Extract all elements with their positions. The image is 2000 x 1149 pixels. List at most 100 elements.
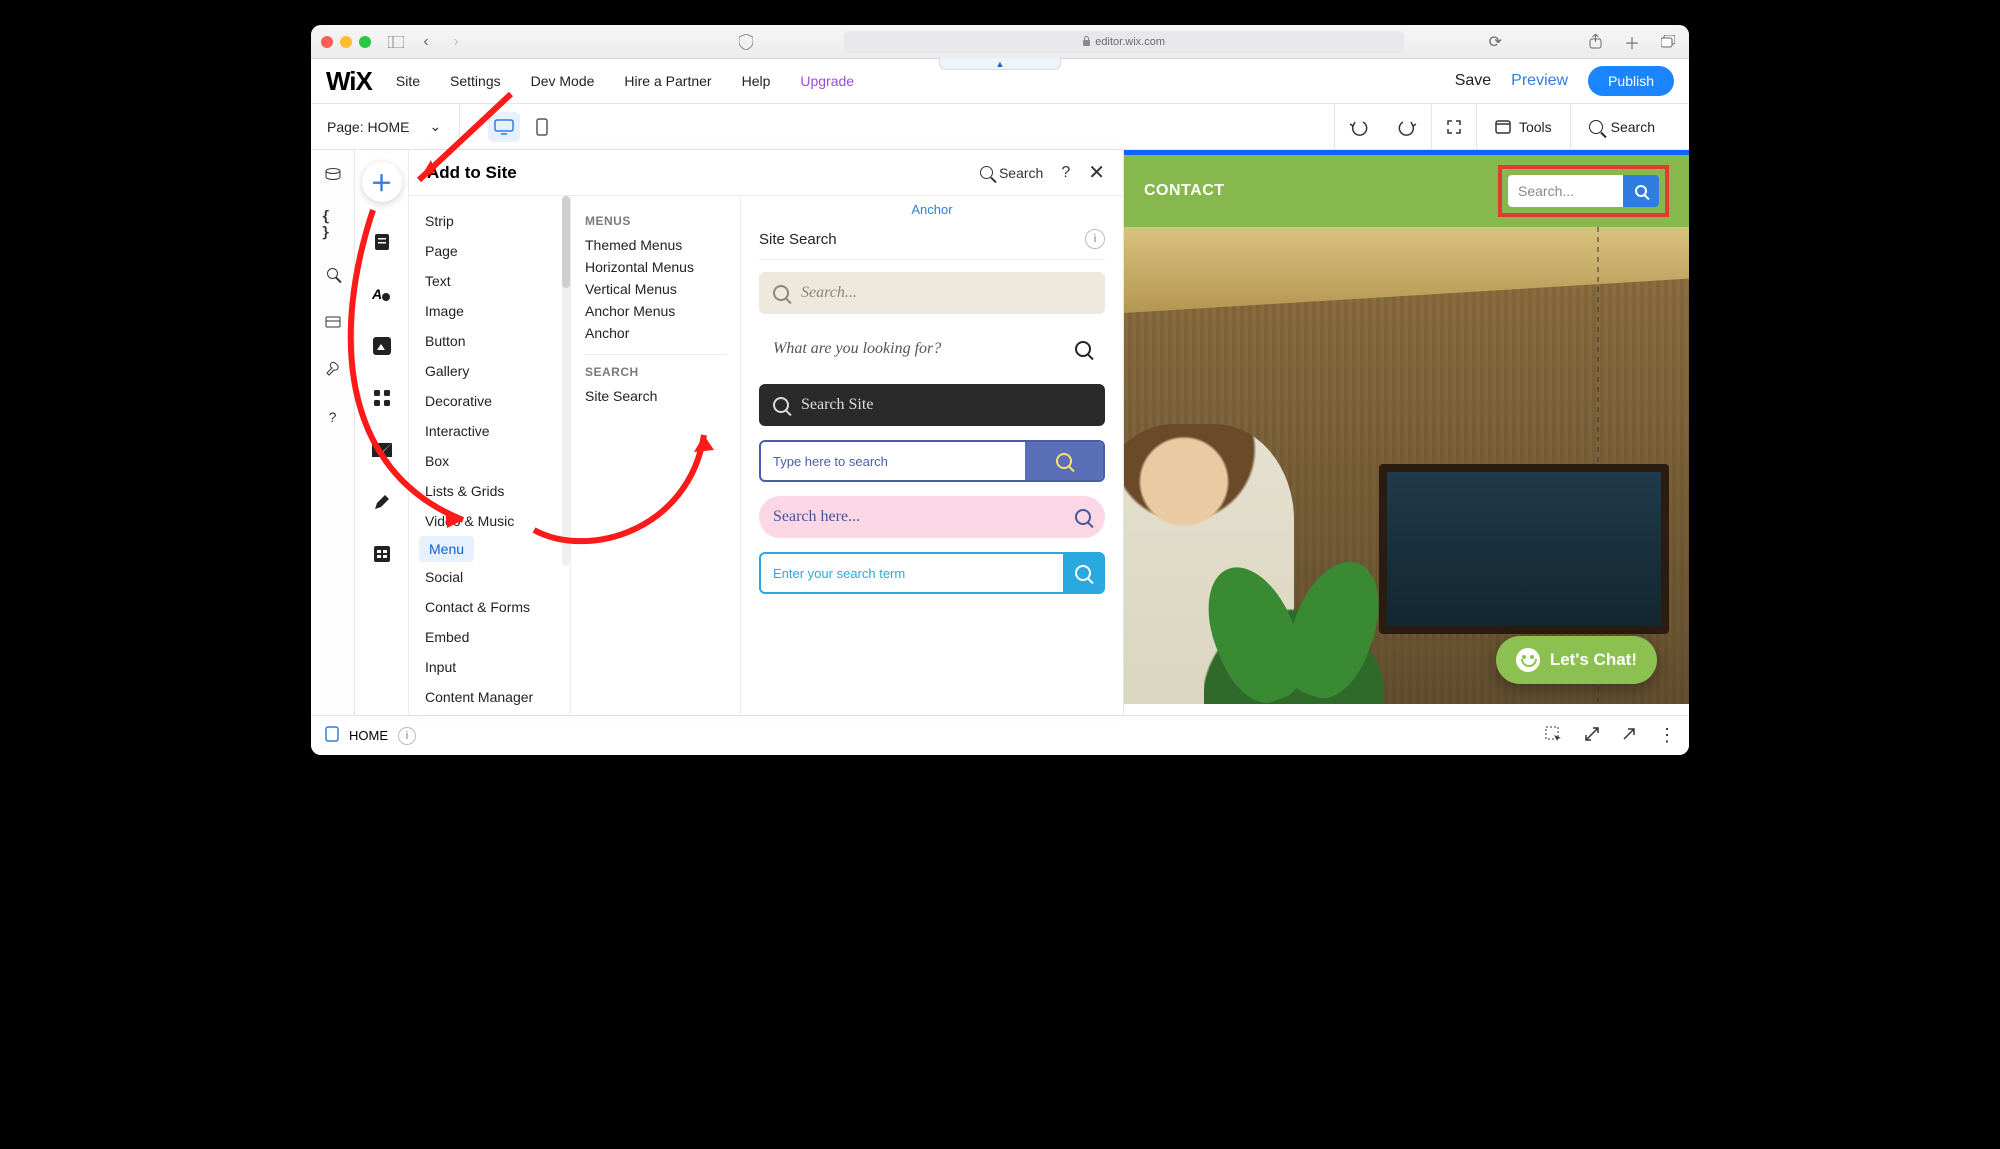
wix-logo[interactable]: WiX — [326, 66, 372, 97]
chat-widget[interactable]: Let's Chat! — [1496, 636, 1657, 684]
bottom-info-icon[interactable]: i — [398, 727, 416, 745]
search-button[interactable]: Search — [1570, 104, 1673, 149]
tools-button[interactable]: Tools — [1476, 104, 1570, 149]
background-icon[interactable] — [370, 334, 394, 358]
undo-button[interactable] — [1334, 104, 1383, 149]
save-button[interactable]: Save — [1455, 72, 1491, 90]
database-icon[interactable] — [322, 166, 344, 188]
minimize-window[interactable] — [340, 36, 352, 48]
apps-icon[interactable] — [370, 386, 394, 410]
panel-search[interactable]: Search — [980, 165, 1043, 181]
anchor-link[interactable]: Anchor — [759, 202, 1105, 217]
cat-blog[interactable]: Blog — [409, 712, 570, 715]
maximize-window[interactable] — [359, 36, 371, 48]
expand-handle[interactable]: ▲ — [939, 58, 1061, 70]
reload-icon[interactable]: ⟳ — [1484, 33, 1506, 51]
tabs-icon[interactable] — [1657, 33, 1679, 51]
menu-site[interactable]: Site — [396, 73, 420, 89]
site-header[interactable]: CONTACT Search... — [1124, 155, 1689, 227]
store-icon[interactable] — [370, 542, 394, 566]
hero-image[interactable]: Let's Chat! — [1124, 227, 1689, 704]
cat-text[interactable]: Text — [409, 266, 570, 296]
share-icon[interactable] — [1585, 33, 1607, 51]
cat-box[interactable]: Box — [409, 446, 570, 476]
menu-upgrade[interactable]: Upgrade — [800, 73, 854, 89]
code-icon[interactable]: { } — [322, 214, 344, 236]
site-search-button[interactable] — [1623, 175, 1659, 207]
cat-decorative[interactable]: Decorative — [409, 386, 570, 416]
url-text: editor.wix.com — [1095, 36, 1165, 48]
close-window[interactable] — [321, 36, 333, 48]
url-bar[interactable]: editor.wix.com — [844, 31, 1404, 53]
layers-icon[interactable] — [322, 310, 344, 332]
back-button[interactable]: ‹ — [415, 33, 437, 51]
select-tool-icon[interactable] — [1545, 726, 1562, 746]
menu-help[interactable]: Help — [742, 73, 771, 89]
panel-help-icon[interactable]: ? — [1061, 164, 1070, 182]
info-icon[interactable]: i — [1085, 229, 1105, 249]
cat-social[interactable]: Social — [409, 562, 570, 592]
search-variant-6[interactable]: Enter your search term — [759, 552, 1105, 594]
search-variant-3[interactable]: Search Site — [759, 384, 1105, 426]
cat-strip[interactable]: Strip — [409, 206, 570, 236]
new-tab-icon[interactable]: ＋ — [1621, 33, 1643, 51]
redo-button[interactable] — [1383, 104, 1431, 149]
sub-horizontal-menus[interactable]: Horizontal Menus — [585, 256, 726, 278]
open-icon[interactable] — [1622, 727, 1636, 744]
cat-lists[interactable]: Lists & Grids — [409, 476, 570, 506]
category-list[interactable]: Strip Page Text Image Button Gallery Dec… — [409, 196, 571, 715]
tools-rail-icon[interactable] — [322, 358, 344, 380]
search-variant-2[interactable]: What are you looking for? — [759, 328, 1105, 370]
add-element-button[interactable]: ＋ — [362, 162, 402, 202]
search-variant-1[interactable]: Search... — [759, 272, 1105, 314]
cat-gallery[interactable]: Gallery — [409, 356, 570, 386]
search-variant-4[interactable]: Type here to search — [759, 440, 1105, 482]
cat-menu[interactable]: Menu — [419, 536, 474, 562]
nav-contact[interactable]: CONTACT — [1144, 182, 1225, 200]
site-canvas[interactable]: CONTACT Search... Let's Chat! — [1124, 150, 1689, 715]
search-rail-icon[interactable] — [322, 262, 344, 284]
mobile-view-icon[interactable] — [526, 112, 558, 142]
scrollbar-thumb[interactable] — [562, 196, 570, 288]
site-search-input[interactable]: Search... — [1508, 175, 1623, 207]
bottom-page-name[interactable]: HOME — [349, 728, 388, 743]
more-icon[interactable]: ⋮ — [1658, 725, 1675, 746]
sub-anchor-menus[interactable]: Anchor Menus — [585, 300, 726, 322]
cat-page[interactable]: Page — [409, 236, 570, 266]
sub-themed-menus[interactable]: Themed Menus — [585, 234, 726, 256]
page-icon[interactable] — [325, 726, 339, 745]
cat-button[interactable]: Button — [409, 326, 570, 356]
expand-icon[interactable] — [1584, 726, 1600, 745]
variant-text: Search here... — [773, 508, 860, 526]
page-selector[interactable]: Page: HOME ⌄ — [327, 104, 460, 149]
pages-icon[interactable] — [370, 230, 394, 254]
preview-pane: Anchor Site Search i Search... What are … — [741, 196, 1123, 715]
zoom-out-icon[interactable] — [1431, 104, 1476, 149]
forward-button[interactable]: › — [445, 33, 467, 51]
sub-vertical-menus[interactable]: Vertical Menus — [585, 278, 726, 300]
menu-hire[interactable]: Hire a Partner — [624, 73, 711, 89]
blog-icon[interactable] — [370, 490, 394, 514]
help-rail-icon[interactable]: ? — [322, 406, 344, 428]
mail-icon[interactable] — [370, 438, 394, 462]
preview-button[interactable]: Preview — [1511, 72, 1568, 90]
traffic-lights[interactable] — [321, 36, 371, 48]
cat-image[interactable]: Image — [409, 296, 570, 326]
privacy-shield-icon[interactable] — [735, 33, 757, 51]
search-variant-5[interactable]: Search here... — [759, 496, 1105, 538]
sub-anchor[interactable]: Anchor — [585, 322, 726, 344]
cat-interactive[interactable]: Interactive — [409, 416, 570, 446]
theme-icon[interactable]: A — [370, 282, 394, 306]
cat-video[interactable]: Video & Music — [409, 506, 570, 536]
menu-devmode[interactable]: Dev Mode — [531, 73, 595, 89]
cat-embed[interactable]: Embed — [409, 622, 570, 652]
sub-site-search[interactable]: Site Search — [585, 385, 726, 407]
cat-contact[interactable]: Contact & Forms — [409, 592, 570, 622]
cat-input[interactable]: Input — [409, 652, 570, 682]
sidebar-toggle-icon[interactable] — [385, 33, 407, 51]
cat-content-manager[interactable]: Content Manager — [409, 682, 570, 712]
panel-close-icon[interactable]: ✕ — [1088, 160, 1105, 185]
desktop-view-icon[interactable] — [488, 112, 520, 142]
menu-settings[interactable]: Settings — [450, 73, 501, 89]
publish-button[interactable]: Publish — [1588, 66, 1674, 96]
